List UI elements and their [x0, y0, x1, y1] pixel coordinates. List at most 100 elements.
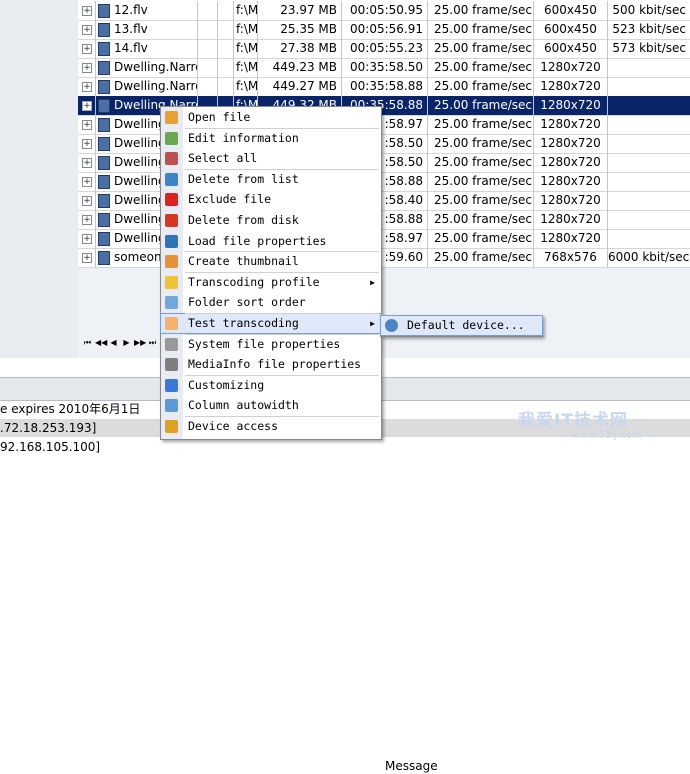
- menu-item-select-all[interactable]: Select all: [161, 149, 381, 168]
- flag-cell[interactable]: [198, 39, 218, 58]
- framerate-cell[interactable]: 25.00 frame/sec: [428, 134, 534, 153]
- path-cell[interactable]: f:\M: [234, 20, 258, 39]
- expand-icon[interactable]: +: [82, 196, 92, 206]
- table-row[interactable]: + Dwelling.Narrow f:\M449.27 MB00:35:58.88…: [78, 77, 690, 97]
- resolution-cell[interactable]: 1280x720: [534, 191, 608, 210]
- file-name-cell[interactable]: Dwelling.Narrow: [96, 77, 198, 96]
- resolution-cell[interactable]: 1280x720: [534, 229, 608, 248]
- bitrate-cell[interactable]: 523 kbit/sec: [608, 20, 690, 39]
- size-cell[interactable]: 27.38 MB: [258, 39, 342, 58]
- flag-cell[interactable]: [218, 1, 234, 20]
- size-cell[interactable]: 25.35 MB: [258, 20, 342, 39]
- menu-item-column-autowidth[interactable]: Column autowidth: [161, 396, 381, 415]
- nav-button[interactable]: ◀: [108, 336, 119, 349]
- expand-icon[interactable]: +: [82, 82, 92, 92]
- framerate-cell[interactable]: 25.00 frame/sec: [428, 172, 534, 191]
- file-name-cell[interactable]: 13.flv: [96, 20, 198, 39]
- flag-cell[interactable]: [218, 77, 234, 96]
- size-cell[interactable]: 23.97 MB: [258, 1, 342, 20]
- expand-icon[interactable]: +: [82, 63, 92, 73]
- flag-cell[interactable]: [198, 20, 218, 39]
- menu-item-default-device[interactable]: Default device...: [380, 315, 543, 336]
- bitrate-cell[interactable]: [608, 229, 690, 248]
- menu-item-create-thumbnail[interactable]: Create thumbnail: [161, 252, 381, 271]
- expand-cell[interactable]: +: [78, 248, 96, 267]
- menu-item-exclude-file[interactable]: Exclude file: [161, 190, 381, 209]
- framerate-cell[interactable]: 25.00 frame/sec: [428, 153, 534, 172]
- expand-cell[interactable]: +: [78, 77, 96, 96]
- resolution-cell[interactable]: 1280x720: [534, 153, 608, 172]
- size-cell[interactable]: 449.27 MB: [258, 77, 342, 96]
- bitrate-cell[interactable]: 500 kbit/sec: [608, 1, 690, 20]
- resolution-cell[interactable]: 1280x720: [534, 77, 608, 96]
- flag-cell[interactable]: [198, 77, 218, 96]
- flag-cell[interactable]: [198, 1, 218, 20]
- framerate-cell[interactable]: 25.00 frame/sec: [428, 1, 534, 20]
- framerate-cell[interactable]: 25.00 frame/sec: [428, 115, 534, 134]
- expand-cell[interactable]: +: [78, 115, 96, 134]
- path-cell[interactable]: f:\M: [234, 58, 258, 77]
- flag-cell[interactable]: [218, 58, 234, 77]
- menu-item-device-access[interactable]: Device access: [161, 417, 381, 436]
- flag-cell[interactable]: [198, 58, 218, 77]
- duration-cell[interactable]: 00:35:58.88: [342, 77, 428, 96]
- resolution-cell[interactable]: 600x450: [534, 1, 608, 20]
- menu-item-folder-sort-order[interactable]: Folder sort order: [161, 293, 381, 312]
- resolution-cell[interactable]: 1280x720: [534, 210, 608, 229]
- expand-cell[interactable]: +: [78, 58, 96, 77]
- expand-cell[interactable]: +: [78, 134, 96, 153]
- path-cell[interactable]: f:\M: [234, 1, 258, 20]
- nav-button[interactable]: ▶▶: [134, 336, 146, 349]
- resolution-cell[interactable]: 600x450: [534, 39, 608, 58]
- bitrate-cell[interactable]: [608, 172, 690, 191]
- menu-item-open-file[interactable]: Open file: [161, 108, 381, 127]
- duration-cell[interactable]: 00:05:50.95: [342, 1, 428, 20]
- bitrate-cell[interactable]: 573 kbit/sec: [608, 39, 690, 58]
- resolution-cell[interactable]: 1280x720: [534, 134, 608, 153]
- table-row[interactable]: +13.flv f:\M 25.35 MB 00:05:56.91 25.00 fram…: [78, 20, 690, 40]
- expand-cell[interactable]: +: [78, 191, 96, 210]
- duration-cell[interactable]: 00:35:58.50: [342, 58, 428, 77]
- expand-cell[interactable]: +: [78, 153, 96, 172]
- path-cell[interactable]: f:\M: [234, 77, 258, 96]
- framerate-cell[interactable]: 25.00 frame/sec: [428, 96, 534, 115]
- nav-button[interactable]: ⏮: [82, 336, 93, 349]
- resolution-cell[interactable]: 768x576: [534, 248, 608, 267]
- path-cell[interactable]: f:\M: [234, 39, 258, 58]
- framerate-cell[interactable]: 25.00 frame/sec: [428, 20, 534, 39]
- file-name-cell[interactable]: 14.flv: [96, 39, 198, 58]
- expand-icon[interactable]: +: [82, 139, 92, 149]
- menu-item-test-transcoding[interactable]: Test transcoding ▶: [160, 313, 382, 334]
- expand-icon[interactable]: +: [82, 44, 92, 54]
- framerate-cell[interactable]: 25.00 frame/sec: [428, 210, 534, 229]
- menu-item-mediainfo-file-properties[interactable]: MediaInfo file properties: [161, 355, 381, 374]
- menu-item-delete-from-disk[interactable]: Delete from disk: [161, 211, 381, 230]
- expand-cell[interactable]: +: [78, 39, 96, 58]
- bitrate-cell[interactable]: [608, 115, 690, 134]
- expand-icon[interactable]: +: [82, 215, 92, 225]
- file-name-cell[interactable]: Dwelling.Narrow: [96, 58, 198, 77]
- bitrate-cell[interactable]: [608, 210, 690, 229]
- file-name-cell[interactable]: 12.flv: [96, 1, 198, 20]
- menu-item-system-file-properties[interactable]: System file properties: [161, 335, 381, 354]
- duration-cell[interactable]: 00:05:56.91: [342, 20, 428, 39]
- framerate-cell[interactable]: 25.00 frame/sec: [428, 248, 534, 267]
- size-cell[interactable]: 449.23 MB: [258, 58, 342, 77]
- expand-icon[interactable]: +: [82, 120, 92, 130]
- framerate-cell[interactable]: 25.00 frame/sec: [428, 191, 534, 210]
- bitrate-cell[interactable]: [608, 58, 690, 77]
- menu-item-customizing[interactable]: Customizing: [161, 376, 381, 395]
- bitrate-cell[interactable]: [608, 191, 690, 210]
- expand-icon[interactable]: +: [82, 25, 92, 35]
- framerate-cell[interactable]: 25.00 frame/sec: [428, 77, 534, 96]
- framerate-cell[interactable]: 25.00 frame/sec: [428, 229, 534, 248]
- nav-button[interactable]: ⏭: [147, 336, 158, 349]
- nav-button[interactable]: ◀◀: [95, 336, 107, 349]
- resolution-cell[interactable]: 1280x720: [534, 172, 608, 191]
- bitrate-cell[interactable]: [608, 153, 690, 172]
- resolution-cell[interactable]: 1280x720: [534, 115, 608, 134]
- bitrate-cell[interactable]: 6000 kbit/sec: [608, 248, 690, 267]
- expand-cell[interactable]: +: [78, 172, 96, 191]
- expand-cell[interactable]: +: [78, 210, 96, 229]
- message-column-header[interactable]: Message: [385, 758, 438, 774]
